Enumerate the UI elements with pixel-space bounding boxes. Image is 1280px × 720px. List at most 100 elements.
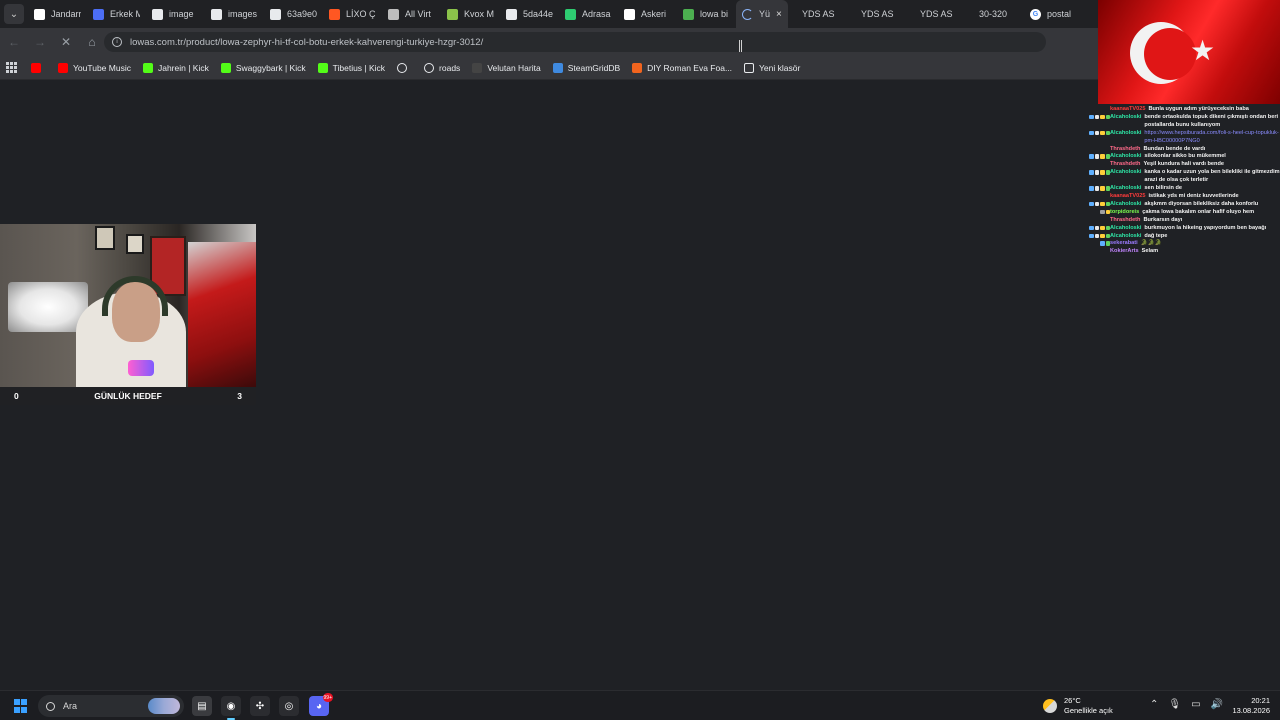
chat-badges: [1082, 217, 1110, 225]
stop-loading-button[interactable]: ✕: [54, 30, 78, 54]
system-clock[interactable]: 20:21 13.08.2026: [1232, 696, 1270, 716]
bookmark-item[interactable]: Jahrein | Kick: [142, 62, 209, 73]
browser-tab[interactable]: 63a9e0: [264, 0, 323, 28]
bookmark-item[interactable]: [397, 62, 412, 73]
chat-username[interactable]: Alcaholoski: [1110, 185, 1144, 193]
tab-label: YDS AS: [802, 9, 835, 19]
url-text[interactable]: lowas.com.tr/product/lowa-zephyr-hi-tf-c…: [130, 37, 483, 48]
bookmark-item[interactable]: Swaggybark | Kick: [220, 62, 306, 73]
browser-tab[interactable]: Kvox M: [441, 0, 500, 28]
tab-search-button[interactable]: ⌄: [4, 4, 24, 24]
chat-badges: [1082, 185, 1110, 193]
chrome-icon[interactable]: ◉: [221, 696, 241, 720]
microphone-icon[interactable]: 🎙: [1168, 699, 1181, 710]
browser-tab[interactable]: Gpostal: [1024, 0, 1083, 28]
browser-tab[interactable]: YDS AS: [788, 0, 847, 28]
bookmark-item[interactable]: Velutan Harita: [472, 62, 541, 73]
chat-badge-icon: [1100, 201, 1105, 207]
bookmark-label: DIY Roman Eva Foa...: [647, 62, 733, 73]
browser-tab[interactable]: 30-320: [965, 0, 1024, 28]
discord-icon[interactable]: ◕ 99+: [309, 693, 333, 716]
browser-tab[interactable]: 5da44e: [500, 0, 559, 28]
chat-username[interactable]: Thrashdeth: [1110, 161, 1143, 169]
folder-icon: [744, 62, 755, 73]
chat-username[interactable]: Alcaholoski: [1110, 114, 1144, 130]
browser-tab[interactable]: LİXO Ç: [323, 0, 382, 28]
chat-badge-icon: [1100, 209, 1105, 215]
chat-username[interactable]: KokierArts: [1110, 248, 1142, 256]
steamgriddb-icon: [552, 62, 563, 73]
site-info-icon[interactable]: i: [112, 37, 122, 47]
chat-username[interactable]: Alcaholoski: [1110, 233, 1144, 241]
bookmark-item[interactable]: DIY Roman Eva Foa...: [632, 62, 733, 73]
speaker-icon[interactable]: 🔊: [1211, 699, 1223, 710]
chat-text: kanka o kadar uzun yola ben bilekliki il…: [1144, 169, 1280, 184]
chat-username[interactable]: torpidoreis: [1110, 209, 1142, 217]
browser-tab[interactable]: Jandarr: [28, 0, 87, 28]
chat-username[interactable]: kaanaaTV025: [1110, 106, 1148, 114]
chat-message: Alcaholoski burkmuyon la hikeing yapıyord…: [1082, 225, 1280, 233]
taskbar-search[interactable]: Ara: [38, 695, 184, 717]
weather-widget[interactable]: 26°C Genellikle açık: [1043, 696, 1113, 716]
chevron-up-icon[interactable]: ⌃: [1150, 699, 1158, 710]
chat-badges: [1082, 248, 1110, 256]
browser-tab[interactable]: YDS AS: [906, 0, 965, 28]
chat-badges: [1082, 209, 1110, 217]
chat-link[interactable]: https://www.hepsiburada.com/foli-s-heel-…: [1144, 130, 1280, 146]
bookmark-label: Jahrein | Kick: [157, 62, 209, 73]
forward-button[interactable]: →: [28, 30, 52, 54]
chat-username[interactable]: sekerabati: [1110, 240, 1141, 248]
display-icon[interactable]: ▭: [1191, 699, 1200, 710]
browser-tab[interactable]: YDS AS: [847, 0, 906, 28]
address-bar[interactable]: i lowas.com.tr/product/lowa-zephyr-hi-tf…: [104, 32, 1046, 52]
browser-tab[interactable]: image: [146, 0, 205, 28]
chat-badge-icon: [1100, 233, 1105, 238]
tab-label: Erkek M: [110, 9, 140, 19]
bookmark-item[interactable]: Yeni klasör: [744, 62, 800, 73]
kick-icon: [220, 62, 231, 73]
chat-username[interactable]: Alcaholoski: [1110, 130, 1144, 146]
chat-username[interactable]: Alcaholoski: [1110, 225, 1144, 233]
chat-text: Bunla uygun adım yürüyeceksin baba: [1148, 106, 1249, 112]
apps-grid-icon[interactable]: [6, 62, 17, 73]
askeri-favicon-icon: [624, 8, 635, 20]
chat-badge-icon: [1089, 114, 1094, 120]
browser-tab[interactable]: Adrasa: [559, 0, 618, 28]
tab-label: YDS AS: [861, 9, 894, 19]
bookmark-item[interactable]: roads: [424, 62, 460, 73]
bookmark-item[interactable]: SteamGridDB: [552, 62, 620, 73]
chat-badges: [1082, 114, 1110, 130]
chat-username[interactable]: Alcaholoski: [1110, 169, 1144, 185]
browser-tab[interactable]: images: [205, 0, 264, 28]
home-button[interactable]: ⌂: [80, 30, 104, 54]
tab-close-icon[interactable]: ×: [776, 9, 782, 20]
windows-start-icon[interactable]: [14, 699, 28, 713]
settings-app-icon[interactable]: ✣: [250, 696, 270, 716]
globe-favicon-icon: [506, 8, 517, 20]
globe-favicon-icon: [270, 8, 281, 20]
chat-username[interactable]: Alcaholoski: [1110, 153, 1144, 161]
chat-username[interactable]: Thrashdeth: [1110, 146, 1143, 154]
browser-tab[interactable]: Askeri: [618, 0, 677, 28]
chat-badge-icon: [1094, 154, 1099, 159]
back-button[interactable]: ←: [2, 30, 26, 54]
file-manager-icon[interactable]: ▤: [192, 696, 212, 716]
chat-text: sen bilirsin de: [1144, 185, 1183, 192]
chat-text: silokonlar sikko bu mükemmel: [1144, 153, 1226, 160]
chat-username[interactable]: Alcaholoski: [1110, 201, 1144, 209]
forward-arrow-icon: →: [34, 35, 46, 49]
chat-username[interactable]: Thrashdeth: [1110, 217, 1143, 225]
browser-tab[interactable]: lowa bi: [677, 0, 736, 28]
opera-icon[interactable]: ◎: [279, 696, 299, 716]
browser-tab[interactable]: All Virt: [382, 0, 441, 28]
bookmark-item[interactable]: [31, 62, 46, 73]
browser-tab[interactable]: Erkek M: [87, 0, 146, 28]
lixo-favicon-icon: [329, 8, 340, 20]
tab-label: All Virt: [405, 9, 431, 19]
bookmark-item[interactable]: YouTube Music: [58, 62, 131, 73]
browser-tab-active[interactable]: Yü ×: [736, 0, 788, 28]
chat-username[interactable]: kaanaaTV025: [1110, 193, 1148, 201]
chat-badge-icon: [1094, 233, 1099, 238]
chat-message: Alcaholoski kanka o kadar uzun yola ben b…: [1082, 169, 1280, 185]
bookmark-item[interactable]: Tibetius | Kick: [317, 62, 385, 73]
